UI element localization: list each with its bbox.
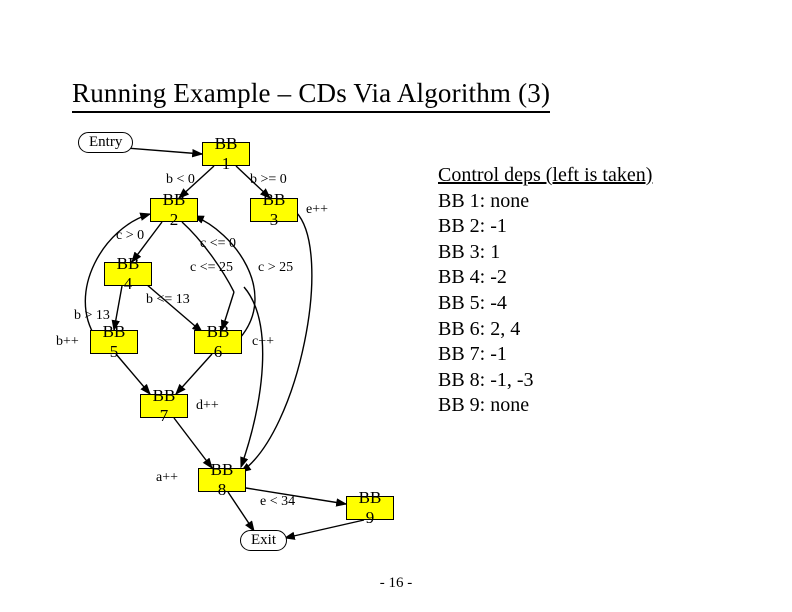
label-c-pp: c++ xyxy=(252,334,274,350)
control-deps-heading: Control deps (left is taken) xyxy=(438,163,652,189)
control-deps-line: BB 7: -1 xyxy=(438,342,652,368)
page-number: - 16 - xyxy=(0,575,792,592)
node-exit: Exit xyxy=(240,530,287,551)
node-bb9: BB 9 xyxy=(346,496,394,520)
label-c-le-25: c <= 25 xyxy=(190,260,233,276)
node-bb4: BB 4 xyxy=(104,262,152,286)
node-bb2: BB 2 xyxy=(150,198,198,222)
label-b-gt-13: b > 13 xyxy=(74,308,110,324)
label-b-pp: b++ xyxy=(56,334,79,350)
node-bb8: BB 8 xyxy=(198,468,246,492)
control-deps-line: BB 5: -4 xyxy=(438,291,652,317)
label-b-ge-0: b >= 0 xyxy=(250,172,287,188)
node-bb6: BB 6 xyxy=(194,330,242,354)
control-deps-line: BB 4: -2 xyxy=(438,265,652,291)
control-deps-line: BB 3: 1 xyxy=(438,240,652,266)
label-d-pp: d++ xyxy=(196,398,219,414)
label-c-le-0: c <= 0 xyxy=(200,236,236,252)
control-deps-line: BB 9: none xyxy=(438,393,652,419)
node-bb1: BB 1 xyxy=(202,142,250,166)
label-e-pp: e++ xyxy=(306,202,328,218)
slide-title: Running Example – CDs Via Algorithm (3) xyxy=(72,78,550,113)
control-deps-panel: Control deps (left is taken) BB 1: none … xyxy=(438,163,652,419)
cfg-diagram: Entry Exit BB 1 BB 2 BB 3 BB 4 BB 5 BB 6… xyxy=(74,132,424,552)
label-e-lt-34: e < 34 xyxy=(260,494,295,510)
label-a-pp: a++ xyxy=(156,470,178,486)
label-b-le-13: b <= 13 xyxy=(146,292,190,308)
control-deps-line: BB 6: 2, 4 xyxy=(438,317,652,343)
node-bb5: BB 5 xyxy=(90,330,138,354)
control-deps-line: BB 8: -1, -3 xyxy=(438,368,652,394)
label-c-gt-25: c > 25 xyxy=(258,260,293,276)
label-c-gt-0: c > 0 xyxy=(116,228,144,244)
node-bb3: BB 3 xyxy=(250,198,298,222)
node-entry: Entry xyxy=(78,132,133,153)
label-b-lt-0: b < 0 xyxy=(166,172,195,188)
node-bb7: BB 7 xyxy=(140,394,188,418)
control-deps-line: BB 1: none xyxy=(438,189,652,215)
control-deps-line: BB 2: -1 xyxy=(438,214,652,240)
